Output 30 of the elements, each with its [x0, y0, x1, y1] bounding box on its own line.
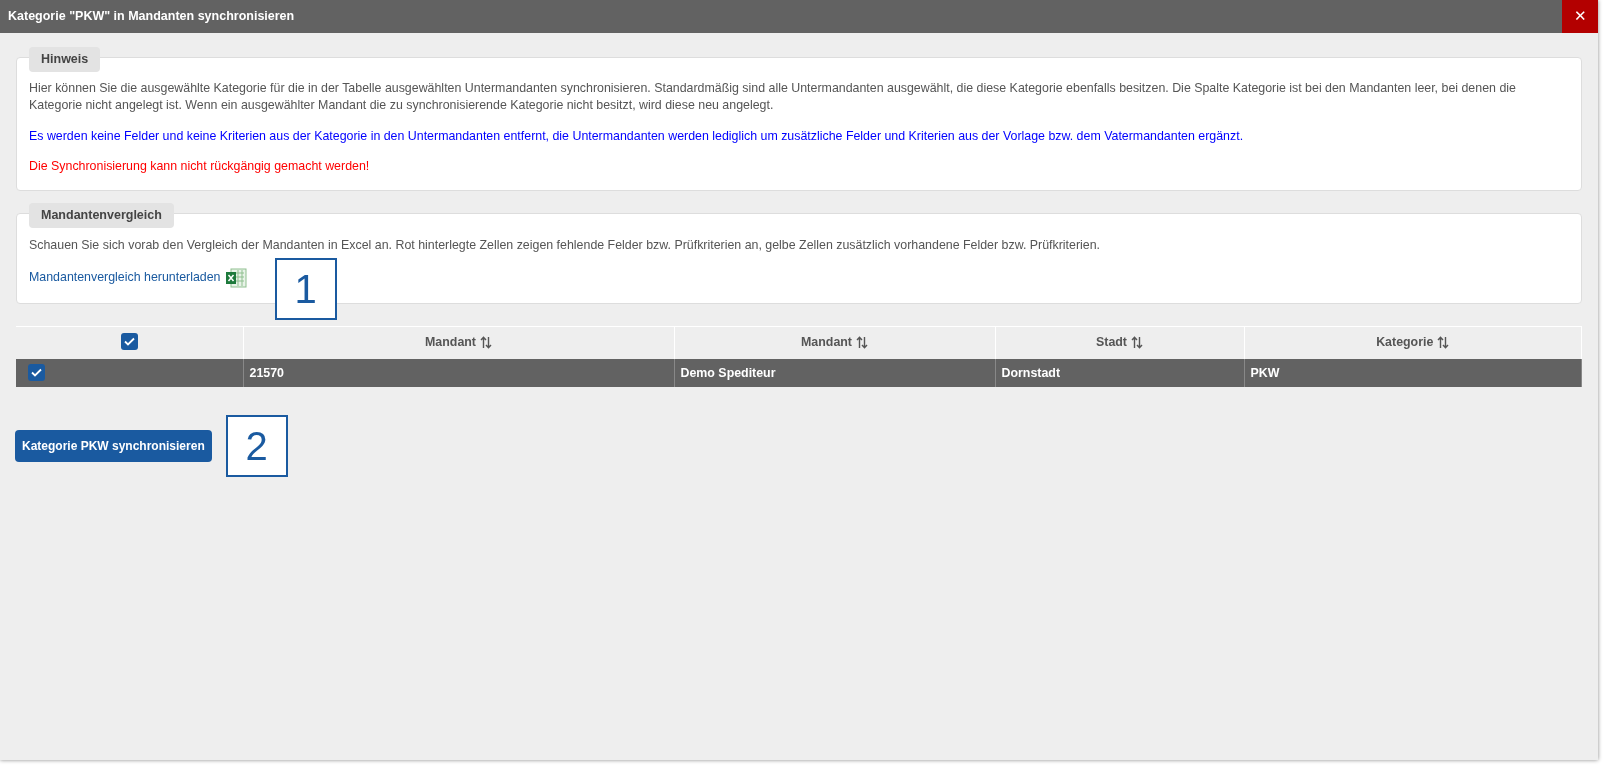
table-row[interactable]: 21570 Demo Spediteur Dornstadt PKW	[16, 359, 1582, 388]
checkmark-icon	[31, 367, 42, 377]
column-header[interactable]: Kategorie	[1376, 333, 1450, 353]
checkbox[interactable]	[120, 333, 138, 351]
window-title: Kategorie "PKW" in Mandanten synchronisieren	[8, 8, 295, 26]
paragraph: Die Synchronisierung kann nicht rückgängig gemacht werden!	[29, 158, 371, 176]
table-cell: Dornstadt	[1001, 365, 1060, 380]
checkmark-icon	[123, 337, 135, 347]
column-header[interactable]: Mandant	[425, 333, 492, 353]
paragraph: Hier können Sie die ausgewählte Kategorie für die in der Tabelle ausgewählten Untermandanten synchronisieren. Standardmäßig sind alle Untermandanten ausgewählt, die diese Kategorie ebenfalls besitzen. Die Spalte Kategorie ist bei den Mandanten leer, bei denen die Kategorie nicht angelegt ist. Wenn ein ausgewählter Mandant die zu synchronisierende Kategorie nicht besitzt, wird diese neu angelegt.	[29, 80, 1517, 115]
paragraph: Es werden keine Felder und keine Kriterien aus der Kategorie in den Untermandanten entfernt, die Untermandanten werden lediglich um zusätzliche Felder und Kriterien aus der Vorlage bzw. dem Vatermandanten ergänzt.	[29, 127, 1245, 145]
callout-label: 2	[225, 415, 288, 478]
table-cell: Demo Spediteur	[680, 365, 776, 380]
column-header[interactable]: Mandant	[801, 333, 868, 353]
sort-icon[interactable]	[855, 336, 868, 350]
paragraph: Schauen Sie sich vorab den Vergleich der Mandanten in Excel an. Rot hinterlegte Zellen zeigen fehlende Felder bzw. Prüfkriterien an, gelbe Zellen zusätzlich vorhandene Felder bzw. Prüfkriterien.	[29, 236, 1102, 254]
column-header[interactable]: Stadt	[1096, 333, 1143, 353]
section-label: Mandantenvergleich	[29, 202, 174, 228]
sort-icon[interactable]	[1131, 336, 1143, 350]
sort-icon[interactable]	[1437, 336, 1450, 350]
spreadsheet-icon[interactable]	[224, 266, 247, 289]
checkbox[interactable]	[28, 363, 45, 381]
section-label: Hinweis	[29, 47, 101, 72]
download-link[interactable]: Mandantenvergleich herunterladen	[29, 268, 221, 287]
table-cell: 21570	[249, 365, 284, 380]
table-cell: PKW	[1250, 365, 1280, 380]
sort-icon[interactable]	[479, 336, 492, 350]
callout-label: 1	[274, 257, 337, 320]
sync-button[interactable]: Kategorie PKW synchronisieren	[15, 430, 212, 463]
close-button[interactable]: ✕	[1562, 0, 1598, 33]
